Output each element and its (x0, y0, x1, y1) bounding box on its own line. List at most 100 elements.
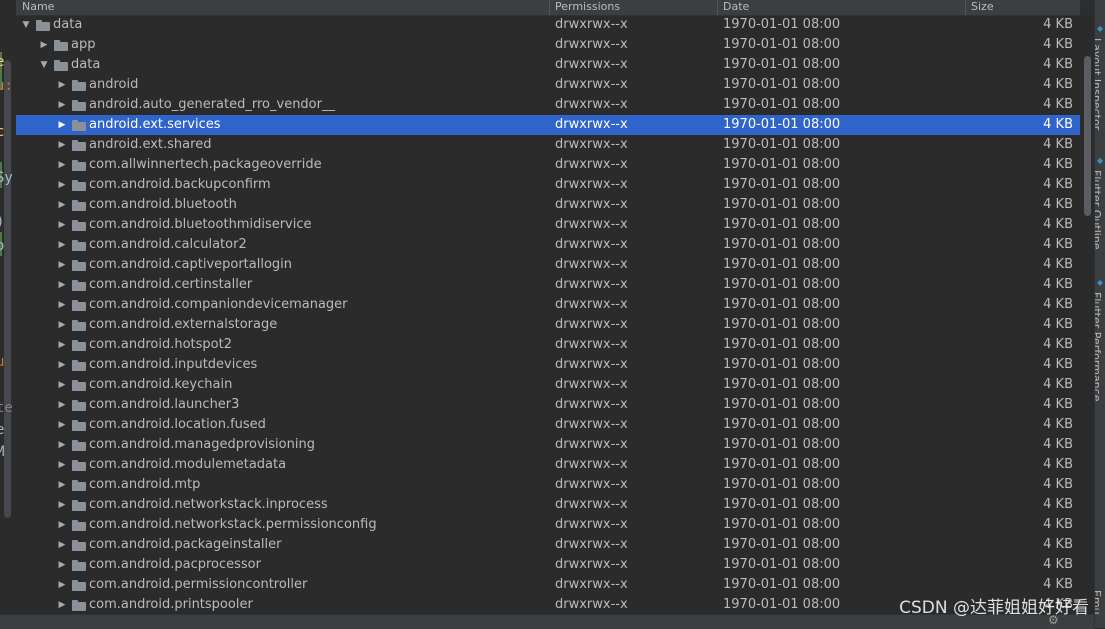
tree-row[interactable]: ▶ android.auto_generated_rro_vendor__ drwx… (16, 95, 1080, 115)
expanded-arrow-icon[interactable]: ▼ (20, 15, 32, 35)
collapsed-arrow-icon[interactable]: ▶ (56, 415, 68, 435)
column-header-date[interactable]: Date (717, 0, 965, 15)
collapsed-arrow-icon[interactable]: ▶ (56, 535, 68, 555)
folder-icon (72, 520, 86, 531)
editor-scrollbar[interactable] (4, 60, 11, 518)
editor-code-fragment: ) (0, 214, 4, 230)
tree-row[interactable]: ▶ com.android.backupconfirm drwxrwx--x 1970… (16, 175, 1080, 195)
column-header-name[interactable]: Name (16, 0, 549, 15)
file-permissions: drwxrwx--x (555, 417, 628, 432)
tree-row[interactable]: ▶ com.android.managedprovisioning drwxrwx-… (16, 435, 1080, 455)
tree-row[interactable]: ▶ com.android.launcher3 drwxrwx--x 1970-01-… (16, 395, 1080, 415)
file-tree-scrollbar[interactable] (1080, 15, 1094, 614)
file-date: 1970-01-01 08:00 (723, 17, 841, 32)
tool-emulator[interactable]: Emu (1095, 590, 1103, 615)
expanded-arrow-icon[interactable]: ▼ (38, 55, 50, 75)
collapsed-arrow-icon[interactable]: ▶ (56, 555, 68, 575)
tree-row[interactable]: ▶ com.android.companiondevicemanager drwxr… (16, 295, 1080, 315)
tree-row[interactable]: ▶ com.android.packageinstaller drwxrwx--x 1… (16, 535, 1080, 555)
tree-row[interactable]: ▶ com.android.bluetoothmidiservice drwxrwx… (16, 215, 1080, 235)
file-permissions: drwxrwx--x (555, 37, 628, 52)
tree-row[interactable]: ▶ com.android.calculator2 drwxrwx--x 1970-0… (16, 235, 1080, 255)
tree-row[interactable]: ▶ app drwxrwx--x 1970-01-01 08:00 4 KB (16, 35, 1080, 55)
collapsed-arrow-icon[interactable]: ▶ (56, 435, 68, 455)
file-date: 1970-01-01 08:00 (723, 217, 841, 232)
tree-row[interactable]: ▶ android drwxrwx--x 1970-01-01 08:00 4 KB (16, 75, 1080, 95)
file-size: 4 KB (1043, 57, 1073, 72)
collapsed-arrow-icon[interactable]: ▶ (56, 135, 68, 155)
tree-row[interactable]: ▶ com.android.externalstorage drwxrwx--x 19… (16, 315, 1080, 335)
folder-icon (72, 420, 86, 431)
file-tree: ▼ data drwxrwx--x 1970-01-01 08:00 4 KB ▶ app d… (16, 15, 1080, 614)
collapsed-arrow-icon[interactable]: ▶ (56, 175, 68, 195)
collapsed-arrow-icon[interactable]: ▶ (56, 475, 68, 495)
collapsed-arrow-icon[interactable]: ▶ (56, 95, 68, 115)
collapsed-arrow-icon[interactable]: ▶ (56, 335, 68, 355)
collapsed-arrow-icon[interactable]: ▶ (56, 595, 68, 614)
collapsed-arrow-icon[interactable]: ▶ (56, 235, 68, 255)
tree-row[interactable]: ▶ com.android.certinstaller drwxrwx--x 1970… (16, 275, 1080, 295)
tool-flutter-outline[interactable]: Flutter Outline (1095, 170, 1103, 250)
column-header-permissions[interactable]: Permissions (549, 0, 717, 15)
collapsed-arrow-icon[interactable]: ▶ (56, 515, 68, 535)
tree-row[interactable]: ▶ com.android.location.fused drwxrwx--x 197… (16, 415, 1080, 435)
collapsed-arrow-icon[interactable]: ▶ (56, 115, 68, 135)
collapsed-arrow-icon[interactable]: ▶ (38, 35, 50, 55)
collapsed-arrow-icon[interactable]: ▶ (56, 255, 68, 275)
collapsed-arrow-icon[interactable]: ▶ (56, 155, 68, 175)
folder-icon (72, 120, 86, 131)
tree-row[interactable]: ▶ com.android.networkstack.permissionconf… (16, 515, 1080, 535)
tree-row[interactable]: ▶ com.android.bluetooth drwxrwx--x 1970-01-… (16, 195, 1080, 215)
collapsed-arrow-icon[interactable]: ▶ (56, 275, 68, 295)
file-permissions: drwxrwx--x (555, 17, 628, 32)
tree-row[interactable]: ▶ com.android.inputdevices drwxrwx--x 1970-… (16, 355, 1080, 375)
file-size: 4 KB (1043, 217, 1073, 232)
file-size: 4 KB (1043, 117, 1073, 132)
tree-row[interactable]: ▶ com.android.pacprocessor drwxrwx--x 1970-… (16, 555, 1080, 575)
file-size: 4 KB (1043, 177, 1073, 192)
collapsed-arrow-icon[interactable]: ▶ (56, 195, 68, 215)
collapsed-arrow-icon[interactable]: ▶ (56, 375, 68, 395)
tree-row[interactable]: ▶ com.android.networkstack.inprocess drwxr… (16, 495, 1080, 515)
file-permissions: drwxrwx--x (555, 177, 628, 192)
layout-inspector-icon: ◆ (1097, 24, 1104, 33)
column-header-size[interactable]: Size (965, 0, 1080, 15)
tool-layout-inspector[interactable]: Layout Inspector (1095, 38, 1103, 130)
file-name: app (71, 37, 96, 52)
collapsed-arrow-icon[interactable]: ▶ (56, 75, 68, 95)
file-name: com.android.pacprocessor (89, 557, 261, 572)
file-size: 4 KB (1043, 517, 1073, 532)
collapsed-arrow-icon[interactable]: ▶ (56, 395, 68, 415)
scrollbar-thumb[interactable] (1084, 56, 1091, 216)
file-name: com.android.launcher3 (89, 397, 240, 412)
collapsed-arrow-icon[interactable]: ▶ (56, 355, 68, 375)
tree-row[interactable]: ▶ android.ext.services drwxrwx--x 1970-01-0… (16, 115, 1080, 135)
folder-icon (72, 180, 86, 191)
tree-row[interactable]: ▶ com.android.hotspot2 drwxrwx--x 1970-01-0… (16, 335, 1080, 355)
tree-row[interactable]: ▶ com.android.captiveportallogin drwxrwx--… (16, 255, 1080, 275)
editor-code-fragment: M (0, 444, 5, 460)
tree-row[interactable]: ▶ android.ext.shared drwxrwx--x 1970-01-01 … (16, 135, 1080, 155)
folder-icon (72, 600, 86, 611)
file-date: 1970-01-01 08:00 (723, 457, 841, 472)
folder-icon (72, 300, 86, 311)
tree-row[interactable]: ▶ com.android.mtp drwxrwx--x 1970-01-01 08:… (16, 475, 1080, 495)
tree-row[interactable]: ▶ com.android.keychain drwxrwx--x 1970-01-0… (16, 375, 1080, 395)
folder-icon (72, 280, 86, 291)
tree-row[interactable]: ▶ com.allwinnertech.packageoverride drwxrw… (16, 155, 1080, 175)
tool-flutter-performance[interactable]: Flutter Performance (1095, 292, 1103, 401)
collapsed-arrow-icon[interactable]: ▶ (56, 575, 68, 595)
tree-row[interactable]: ▶ com.android.modulemetadata drwxrwx--x 197… (16, 455, 1080, 475)
tree-row[interactable]: ▼ data drwxrwx--x 1970-01-01 08:00 4 KB (16, 15, 1080, 35)
collapsed-arrow-icon[interactable]: ▶ (56, 455, 68, 475)
tree-row[interactable]: ▼ data drwxrwx--x 1970-01-01 08:00 4 KB (16, 55, 1080, 75)
file-permissions: drwxrwx--x (555, 597, 628, 612)
collapsed-arrow-icon[interactable]: ▶ (56, 315, 68, 335)
collapsed-arrow-icon[interactable]: ▶ (56, 495, 68, 515)
collapsed-arrow-icon[interactable]: ▶ (56, 295, 68, 315)
file-name: com.android.printspooler (89, 597, 253, 612)
file-size: 4 KB (1043, 317, 1073, 332)
collapsed-arrow-icon[interactable]: ▶ (56, 215, 68, 235)
file-name: android.auto_generated_rro_vendor__ (89, 97, 335, 112)
tree-row[interactable]: ▶ com.android.permissioncontroller drwxrwx… (16, 575, 1080, 595)
